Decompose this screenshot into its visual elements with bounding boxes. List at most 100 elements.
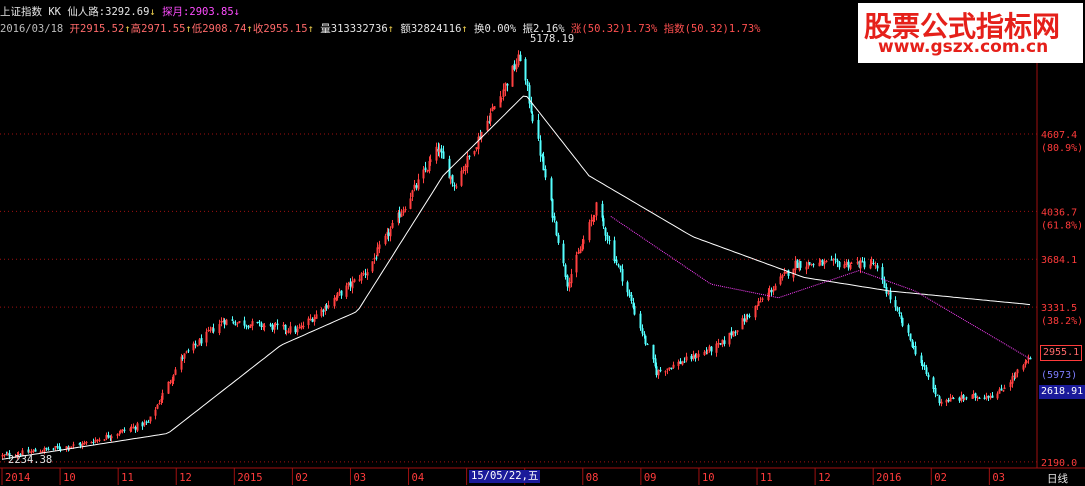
- candle-down: [630, 294, 633, 301]
- candle-down: [542, 156, 545, 171]
- candle-down: [876, 265, 879, 269]
- candle-down: [836, 260, 839, 263]
- candle-up: [68, 447, 71, 449]
- candle-up: [209, 329, 212, 331]
- close-arrow: ↑: [307, 23, 314, 35]
- candle-down: [231, 319, 234, 321]
- candle-up: [411, 190, 414, 198]
- candle-up: [327, 305, 330, 308]
- candle-up: [515, 64, 518, 70]
- indicator-title-bar: 上证指数 KK 仙人路:3292.69↓ 探月:2903.85↓: [0, 4, 240, 18]
- candle-up: [136, 423, 139, 431]
- candle-up: [345, 285, 348, 297]
- candle-down: [710, 346, 713, 352]
- candle-down: [925, 367, 928, 374]
- candle-up: [338, 291, 341, 293]
- low-price-box: 2618.91: [1039, 385, 1085, 399]
- candle-down: [271, 324, 274, 330]
- candle-up: [996, 393, 999, 399]
- candle-up: [757, 301, 760, 306]
- candle-up: [435, 146, 438, 161]
- index-name[interactable]: 上证指数: [0, 6, 42, 18]
- candle-down: [181, 357, 184, 359]
- candle-up: [169, 381, 172, 383]
- candle-up: [158, 403, 161, 405]
- candle-down: [557, 235, 560, 243]
- candle-up: [198, 339, 201, 346]
- candle-up: [413, 184, 416, 190]
- kline-chart[interactable]: 4607.4 (80.9%) 4036.7 (61.8%) 3684.1 3331.5 (3…: [0, 0, 1085, 485]
- candle-down: [655, 366, 658, 376]
- candle-up: [249, 324, 252, 328]
- candle-down: [987, 395, 990, 398]
- candle-down: [440, 148, 443, 153]
- candle-down: [424, 167, 427, 171]
- candle-down: [531, 114, 534, 122]
- time-tick-label: 09: [644, 472, 657, 484]
- candle-up: [32, 450, 35, 452]
- candle-down: [311, 319, 314, 322]
- index-change-value: (50.32): [684, 23, 729, 35]
- candle-up: [39, 451, 42, 453]
- candle-up: [963, 398, 966, 400]
- candle-down: [730, 331, 733, 336]
- rescue-value: 2903.85: [189, 6, 234, 18]
- candle-down: [633, 306, 636, 315]
- candle-up: [333, 298, 336, 307]
- candle-up: [741, 318, 744, 330]
- candle-down: [123, 429, 126, 431]
- candle-up: [296, 328, 299, 333]
- candle-down: [898, 311, 901, 314]
- close-value: 2955.15: [263, 23, 308, 35]
- turnover-value: 0.00%: [484, 23, 517, 35]
- candle-up: [438, 149, 441, 152]
- candle-up: [378, 244, 381, 249]
- candle-up: [588, 222, 591, 241]
- candle-down: [644, 335, 647, 345]
- candle-up: [70, 446, 73, 448]
- candle-up: [353, 279, 356, 282]
- candle-down: [974, 393, 977, 398]
- close-label: 收: [252, 23, 264, 35]
- time-tick-label: 2015: [237, 472, 262, 484]
- candle-up: [300, 325, 303, 329]
- volume-arrow: ↑: [387, 23, 394, 35]
- candle-down: [551, 199, 554, 218]
- period-label[interactable]: 日线: [1047, 471, 1068, 486]
- candle-up: [590, 219, 593, 222]
- candle-down: [519, 54, 522, 62]
- candle-down: [889, 291, 892, 300]
- candle-up: [207, 329, 210, 332]
- candle-down: [626, 282, 629, 293]
- candle-up: [466, 156, 469, 168]
- candle-up: [1, 455, 4, 457]
- candle-down: [670, 367, 673, 370]
- candle-up: [174, 369, 177, 375]
- candle-up: [677, 361, 680, 366]
- candle-down: [322, 310, 325, 312]
- candle-down: [872, 262, 875, 264]
- time-tick-label: 11: [121, 472, 134, 484]
- candle-up: [491, 107, 494, 112]
- candle-down: [821, 259, 824, 266]
- candle-up: [511, 65, 514, 87]
- candle-up: [489, 112, 492, 122]
- indicator-arrow: ↓: [149, 6, 156, 18]
- candle-up: [473, 151, 476, 155]
- candle-down: [861, 261, 864, 263]
- candle-up: [517, 54, 520, 66]
- candle-down: [145, 421, 148, 423]
- volume-label: 量: [320, 23, 331, 35]
- candle-up: [692, 354, 695, 360]
- candle-down: [965, 397, 968, 399]
- candle-down: [628, 292, 631, 296]
- candle-up: [149, 416, 152, 422]
- candle-down: [914, 345, 917, 355]
- candle-up: [417, 179, 420, 190]
- candle-up: [289, 326, 292, 333]
- candle-down: [894, 300, 897, 308]
- candle-up: [1002, 390, 1005, 392]
- price-tick-pct: (61.8%): [1041, 220, 1083, 231]
- candle-down: [52, 448, 55, 450]
- candle-down: [1029, 357, 1032, 360]
